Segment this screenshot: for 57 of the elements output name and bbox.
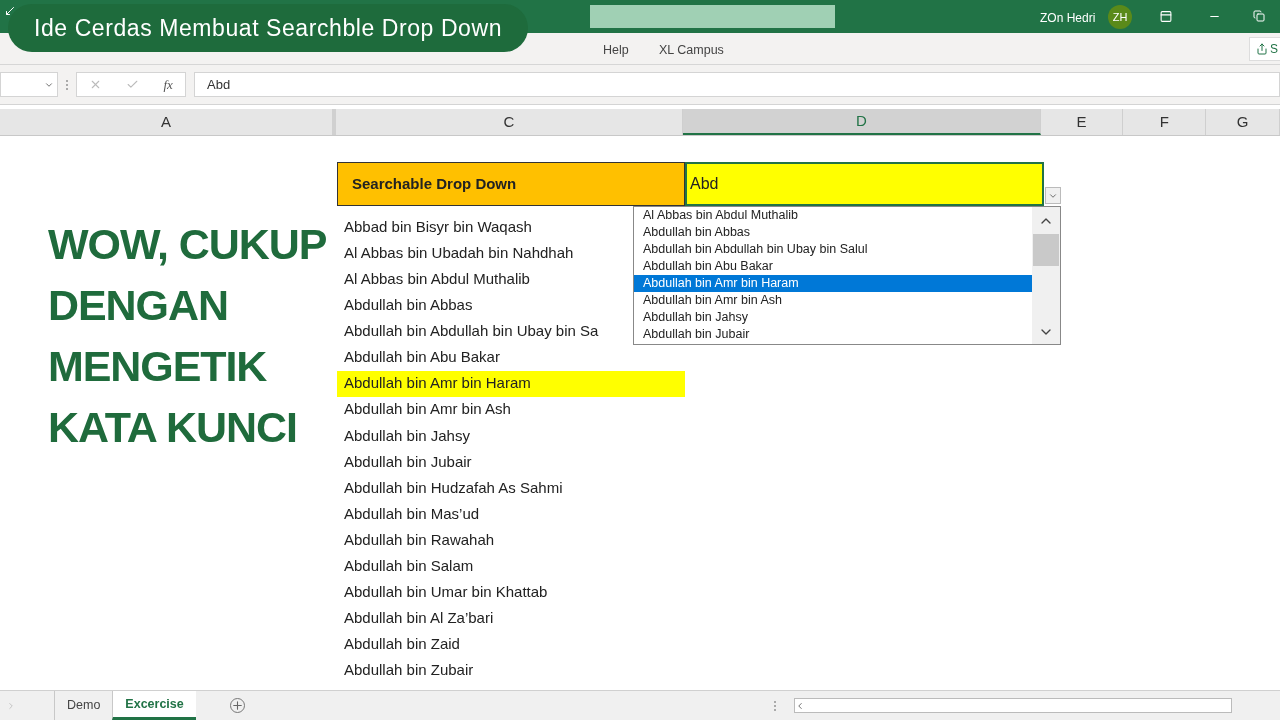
column-header[interactable]: G xyxy=(1206,109,1280,135)
column-header[interactable]: C xyxy=(335,109,683,135)
check-icon[interactable] xyxy=(126,78,140,91)
dropdown-item[interactable]: Abdullah bin Abdullah bin Ubay bin Salul xyxy=(634,241,1032,258)
column-header[interactable]: D xyxy=(682,109,1041,135)
value-cell[interactable]: Abd xyxy=(685,162,1044,206)
formula-field[interactable]: Abd xyxy=(194,72,1280,97)
dropdown-item[interactable]: Abdullah bin Jubair xyxy=(634,326,1032,343)
user-avatar[interactable]: ZH xyxy=(1108,5,1132,29)
sheet-tab[interactable]: Excercise xyxy=(112,691,196,720)
share-button[interactable]: S xyxy=(1249,37,1280,61)
name-cell-text: Abdullah bin Zaid xyxy=(343,634,460,655)
column-header[interactable]: F xyxy=(1123,109,1207,135)
scroll-left-icon[interactable] xyxy=(795,700,805,711)
name-cell: Abdullah bin Amr bin Haram xyxy=(337,370,685,397)
name-cell-text: Abdullah bin Amr bin Ash xyxy=(343,399,511,420)
header-cell: Searchable Drop Down xyxy=(337,162,685,206)
scroll-tabs-icon[interactable] xyxy=(6,700,16,711)
ribbon-tab[interactable]: XL Campus xyxy=(659,41,724,60)
dropdown-item[interactable]: Al Abbas bin Abdul Muthalib xyxy=(634,207,1032,224)
name-cell-text: Abdullah bin Mas’ud xyxy=(343,503,480,524)
function-icon[interactable]: fx xyxy=(163,74,173,95)
user-name: ZOn Hedri xyxy=(1040,10,1096,27)
caption-text: WOW, CUKUP DENGAN MENGETIK KATA KUNCI xyxy=(48,219,328,453)
ribbon-display-icon[interactable] xyxy=(1159,10,1173,23)
dropdown-item[interactable]: Abdullah bin Amr bin Ash xyxy=(634,292,1032,309)
name-cell-text: Abdullah bin Abu Bakar xyxy=(343,347,500,368)
scrollbar[interactable] xyxy=(1032,207,1060,344)
name-cell-text: Al Abbas bin Ubadah bin Nahdhah xyxy=(343,242,574,263)
name-cell-text: Abdullah bin Salam xyxy=(343,556,474,576)
arrow-icon[interactable] xyxy=(4,5,16,17)
name-cell-text: Abdullah bin Hudzafah As Sahmi xyxy=(343,477,563,498)
scroll-thumb[interactable] xyxy=(1033,234,1059,266)
name-cell-text: Al Abbas bin Abdul Muthalib xyxy=(343,269,530,289)
name-cell-text: Abdullah bin Abbas xyxy=(343,295,473,316)
ribbon-tab[interactable]: Help xyxy=(603,41,629,60)
column-header[interactable]: A xyxy=(0,109,336,135)
name-cell-text: Abdullah bin Al Za’bari xyxy=(343,608,494,629)
name-cell-text: Abdullah bin Rawahah xyxy=(343,529,495,550)
share-icon xyxy=(1256,43,1268,55)
name-cell-text: Abdullah bin Abdullah bin Ubay bin Sa xyxy=(343,321,599,342)
dropdown-item[interactable]: Abdullah bin Jahsy xyxy=(634,309,1032,326)
dropdown-item[interactable]: Abdullah bin Amr bin Haram xyxy=(634,275,1032,292)
horizontal-scrollbar[interactable] xyxy=(794,698,1232,713)
name-cell-text: Abdullah bin Zubair xyxy=(343,660,474,681)
name-cell-text: Abbad bin Bisyr bin Waqash xyxy=(343,216,532,237)
name-cell-text: Abdullah bin Umar bin Khattab xyxy=(343,582,548,603)
dropdown-item[interactable]: Abdullah bin Abu Bakar xyxy=(634,258,1032,275)
title-badge: Ide Cerdas Membuat Searchble Drop Down xyxy=(8,4,528,52)
name-cell-text: Abdullah bin Jubair xyxy=(343,451,472,472)
restore-icon[interactable] xyxy=(1253,10,1265,22)
name-cell-text: Abdullah bin Jahsy xyxy=(343,425,470,446)
search-field[interactable] xyxy=(590,5,835,28)
dropdown-item[interactable]: Abdullah bin Abbas xyxy=(634,224,1032,241)
dropdown-button[interactable] xyxy=(1045,187,1061,204)
name-box[interactable] xyxy=(0,72,58,97)
column-header[interactable]: E xyxy=(1040,109,1124,135)
